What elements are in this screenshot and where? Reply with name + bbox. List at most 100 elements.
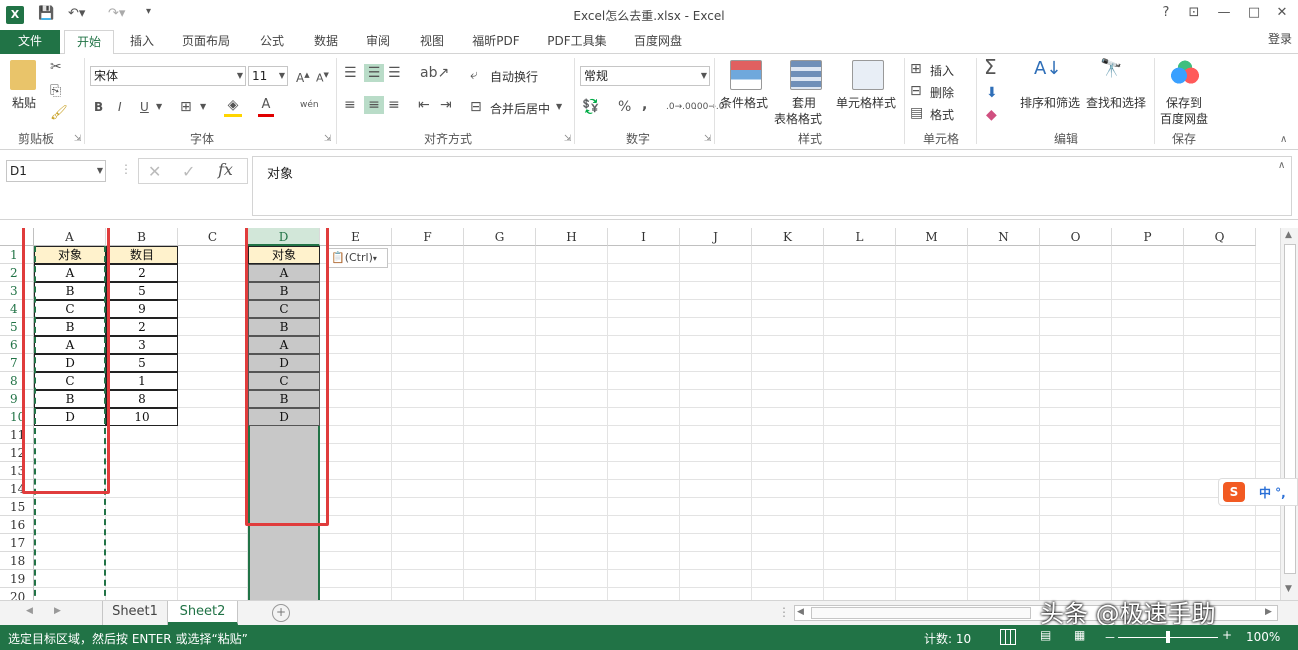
worksheet-grid[interactable]: ABCDEFGHIJKLMNOPQ 1 2 3 4 5 6 7 8 9 10 11 12 13 14 15 1… — [0, 228, 1280, 600]
help-button[interactable]: ? — [1156, 5, 1176, 20]
h-scroll-thumb[interactable] — [811, 607, 1031, 619]
align-bottom-icon[interactable]: ☰ — [388, 64, 401, 82]
data-cell-count[interactable]: 3 — [106, 336, 178, 354]
tab-pdf-tools[interactable]: PDF工具集 — [540, 30, 614, 54]
save-baidu-label2[interactable]: 百度网盘 — [1160, 110, 1208, 127]
column-header[interactable]: I — [608, 228, 680, 246]
underline-button[interactable]: U — [140, 98, 149, 116]
row-header[interactable]: 19 — [0, 570, 34, 588]
column-header[interactable]: L — [824, 228, 896, 246]
orientation-icon[interactable]: ab↗ — [420, 64, 449, 82]
column-header[interactable]: C — [178, 228, 248, 246]
expand-formula-icon[interactable]: ∧ — [1278, 160, 1285, 171]
column-header[interactable]: O — [1040, 228, 1112, 246]
sort-filter-button[interactable]: 排序和筛选 — [1020, 94, 1080, 111]
sort-filter-icon[interactable]: A↓ — [1034, 60, 1061, 78]
column-header[interactable]: F — [392, 228, 464, 246]
data-cell-count[interactable]: 9 — [106, 300, 178, 318]
format-cells-button[interactable]: 格式 — [930, 106, 954, 123]
row-header[interactable]: 17 — [0, 534, 34, 552]
percent-button[interactable]: % — [618, 98, 631, 116]
copy-icon[interactable]: ⎘ — [50, 82, 61, 100]
fill-icon[interactable]: ⬇ — [986, 84, 998, 102]
close-button[interactable]: ✕ — [1272, 5, 1292, 20]
merge-center-button[interactable]: 合并后居中 — [490, 100, 550, 117]
increase-indent-icon[interactable]: ⇥ — [440, 96, 452, 114]
italic-button[interactable]: I — [118, 98, 122, 116]
minimize-button[interactable]: — — [1214, 5, 1234, 20]
tab-page-layout[interactable]: 页面布局 — [174, 30, 238, 54]
cancel-icon[interactable]: ✕ — [148, 162, 161, 181]
autosum-icon[interactable]: Σ — [984, 57, 997, 77]
formula-input[interactable]: 对象 — [252, 156, 1292, 216]
zoom-level[interactable]: 100% — [1246, 630, 1280, 644]
ribbon-display-button[interactable]: ⊡ — [1184, 5, 1204, 20]
format-painter-icon[interactable]: 🖌 — [50, 104, 68, 122]
format-as-table-label1[interactable]: 套用 — [792, 94, 816, 111]
next-sheet-icon[interactable]: ▶ — [54, 606, 61, 616]
align-left-icon[interactable]: ≡ — [344, 96, 356, 114]
row-header[interactable]: 16 — [0, 516, 34, 534]
cell-styles-button[interactable]: 单元格样式 — [836, 94, 896, 111]
zoom-slider[interactable] — [1118, 631, 1218, 643]
zoom-slider-thumb[interactable] — [1166, 631, 1170, 643]
merge-center-icon[interactable]: ⊟ — [470, 98, 482, 116]
insert-cells-icon[interactable]: ⊞ — [910, 60, 922, 78]
number-launcher-icon[interactable]: ⇲ — [704, 134, 712, 144]
vertical-scrollbar[interactable]: ▲ ▼ — [1280, 228, 1298, 600]
cell-styles-icon[interactable] — [852, 60, 884, 90]
find-select-button[interactable]: 查找和选择 — [1086, 94, 1146, 111]
tab-review[interactable]: 审阅 — [356, 30, 400, 54]
data-cell-count[interactable]: 2 — [106, 264, 178, 282]
scroll-right-icon[interactable]: ▶ — [1265, 607, 1272, 617]
column-header[interactable]: P — [1112, 228, 1184, 246]
column-header[interactable]: K — [752, 228, 824, 246]
ime-indicator[interactable]: S 中 °, — [1218, 478, 1298, 506]
data-cell-count[interactable]: 1 — [106, 372, 178, 390]
prev-sheet-icon[interactable]: ◀ — [26, 606, 33, 616]
normal-view-icon[interactable] — [1000, 629, 1016, 645]
tab-foxit-pdf[interactable]: 福昕PDF — [464, 30, 528, 54]
phonetic-icon[interactable]: wén — [300, 96, 319, 114]
row-header[interactable]: 20 — [0, 588, 34, 600]
page-break-view-icon[interactable]: ▦ — [1074, 628, 1085, 642]
shrink-font-icon[interactable]: A▼ — [316, 66, 329, 88]
align-right-icon[interactable]: ≡ — [388, 96, 400, 114]
column-header[interactable]: H — [536, 228, 608, 246]
page-layout-view-icon[interactable]: ▤ — [1040, 628, 1051, 642]
tab-insert[interactable]: 插入 — [120, 30, 164, 54]
comma-button[interactable]: , — [642, 96, 647, 114]
wrap-text-button[interactable]: 自动换行 — [490, 68, 538, 85]
decrease-indent-icon[interactable]: ⇤ — [418, 96, 430, 114]
wrap-text-icon[interactable]: ⤶ — [470, 66, 478, 84]
borders-dropdown-icon[interactable]: ▼ — [200, 98, 206, 116]
scroll-thumb[interactable] — [1284, 244, 1296, 574]
tab-file[interactable]: 文件 — [0, 30, 60, 54]
scroll-left-icon[interactable]: ◀ — [797, 607, 804, 617]
column-header[interactable]: Q — [1184, 228, 1256, 246]
font-name-combo[interactable]: 宋体 ▼ — [90, 66, 246, 86]
data-cell-count[interactable]: 5 — [106, 354, 178, 372]
scroll-up-icon[interactable]: ▲ — [1285, 230, 1292, 240]
paste-icon[interactable] — [10, 60, 36, 90]
delete-cells-button[interactable]: 删除 — [930, 84, 954, 101]
font-size-combo[interactable]: 11 ▼ — [248, 66, 288, 86]
format-cells-icon[interactable]: ▤ — [910, 104, 923, 122]
column-header[interactable]: B — [106, 228, 178, 246]
enter-icon[interactable]: ✓ — [182, 162, 195, 181]
tab-data[interactable]: 数据 — [304, 30, 348, 54]
name-box[interactable]: D1 ▼ — [6, 160, 106, 182]
cut-icon[interactable]: ✂ — [50, 58, 62, 76]
clipboard-launcher-icon[interactable]: ⇲ — [74, 134, 82, 144]
paste-button[interactable]: 粘贴 — [12, 94, 36, 111]
tab-baidu-pan[interactable]: 百度网盘 — [626, 30, 690, 54]
add-sheet-icon[interactable]: + — [272, 604, 290, 622]
number-format-combo[interactable]: 常规 ▼ — [580, 66, 710, 86]
tab-formulas[interactable]: 公式 — [250, 30, 294, 54]
column-header[interactable]: J — [680, 228, 752, 246]
column-header[interactable]: G — [464, 228, 536, 246]
grow-font-icon[interactable]: A▲ — [296, 66, 310, 87]
column-header[interactable]: M — [896, 228, 968, 246]
font-color-icon[interactable]: A — [258, 96, 274, 117]
fill-color-icon[interactable]: ◈ — [224, 96, 242, 117]
